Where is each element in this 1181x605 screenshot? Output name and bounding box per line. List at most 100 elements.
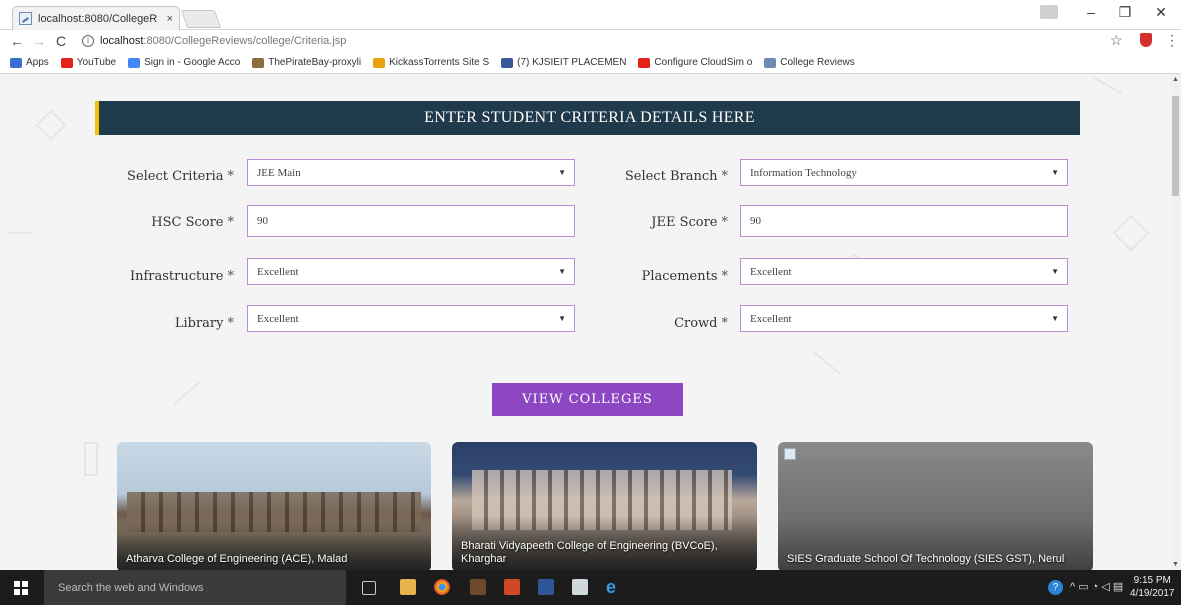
branch-select[interactable]: Information Technology ▼ <box>740 159 1068 186</box>
bookmark-label: Apps <box>26 57 49 68</box>
app-icon[interactable] <box>470 579 486 595</box>
back-arrow-icon[interactable]: ← <box>6 33 28 49</box>
form-header: ENTER STUDENT CRITERIA DETAILS HERE <box>95 101 1080 135</box>
dropdown-caret-icon: ▼ <box>1051 168 1059 177</box>
bookmark-label: YouTube <box>76 57 117 68</box>
crowd-label: Crowd * <box>674 316 728 331</box>
decorative-line <box>173 381 201 405</box>
broken-image-icon <box>784 448 796 460</box>
help-icon[interactable]: ? <box>1048 580 1063 595</box>
tab-title: localhost:8080/CollegeR <box>38 12 158 25</box>
bookmark-label: KickassTorrents Site S <box>389 57 490 68</box>
college-card-bharati[interactable]: Bharati Vidyapeeth College of Engineerin… <box>452 442 757 570</box>
decorative-diamond <box>35 109 67 141</box>
criteria-select[interactable]: JEE Main ▼ <box>247 159 575 186</box>
bookmark-google-signin[interactable]: Sign in - Google Acco <box>128 57 240 68</box>
infrastructure-value: Excellent <box>257 265 299 278</box>
decorative-line <box>8 232 32 234</box>
library-value: Excellent <box>257 312 299 325</box>
taskbar-clock[interactable]: 9:15 PM 4/19/2017 <box>1130 574 1175 600</box>
windows-start-icon[interactable] <box>14 580 28 595</box>
placements-value: Excellent <box>750 265 792 278</box>
file-explorer-icon[interactable] <box>400 579 416 595</box>
kickass-icon <box>373 57 386 68</box>
user-profile-icon[interactable] <box>1040 5 1058 19</box>
hsc-score-input[interactable]: 90 <box>247 205 575 237</box>
apps-grid-icon <box>10 57 22 68</box>
scroll-down-arrow-icon[interactable]: ▼ <box>1170 561 1181 568</box>
placements-label: Placements * <box>641 269 728 284</box>
bookmark-kickass[interactable]: KickassTorrents Site S <box>373 57 489 68</box>
close-window-icon[interactable]: ✕ <box>1146 4 1176 21</box>
youtube-icon <box>60 57 73 68</box>
crowd-select[interactable]: Excellent ▼ <box>740 305 1068 332</box>
shield-extension-icon[interactable] <box>1140 33 1152 47</box>
view-colleges-button[interactable]: VIEW COLLEGES <box>492 383 683 416</box>
page-icon <box>764 57 777 68</box>
clock-time: 9:15 PM <box>1133 575 1171 586</box>
bookmarks-bar: Apps YouTube Sign in - Google Acco ThePi… <box>0 52 1181 74</box>
windows-taskbar: Search the web and Windows e ? ^ ▭ ◔ ◁ ▤… <box>0 570 1181 605</box>
bookmark-label: Configure CloudSim o <box>654 57 753 68</box>
bookmark-kjsieit[interactable]: (7) KJSIEIT PLACEMEN <box>501 57 626 68</box>
bookmark-apps[interactable]: Apps <box>10 57 49 68</box>
url-host: localhost <box>100 35 144 47</box>
criteria-value: JEE Main <box>257 166 301 179</box>
scroll-up-arrow-icon[interactable]: ▲ <box>1170 76 1181 83</box>
new-tab-button[interactable] <box>180 10 222 28</box>
dropdown-caret-icon: ▼ <box>558 168 566 177</box>
infrastructure-select[interactable]: Excellent ▼ <box>247 258 575 285</box>
clock-date: 4/19/2017 <box>1130 588 1175 599</box>
minimize-icon[interactable]: – <box>1076 4 1106 20</box>
decorative-line <box>813 351 841 375</box>
placements-select[interactable]: Excellent ▼ <box>740 258 1068 285</box>
taskbar-search-input[interactable]: Search the web and Windows <box>44 570 346 605</box>
bookmark-college-reviews[interactable]: College Reviews <box>764 57 855 68</box>
jee-label: JEE Score * <box>651 215 728 230</box>
dropdown-caret-icon: ▼ <box>1051 314 1059 323</box>
hsc-value: 90 <box>257 215 268 227</box>
browser-menu-icon[interactable]: ⋮ <box>1165 32 1179 49</box>
college-card-atharva[interactable]: Atharva College of Engineering (ACE), Ma… <box>117 442 431 570</box>
url-field[interactable]: i localhost:8080/CollegeReviews/college/… <box>82 31 1102 51</box>
branch-label: Select Branch * <box>624 169 728 184</box>
browser-tab[interactable]: localhost:8080/CollegeR × <box>12 6 180 30</box>
page-scrollbar[interactable]: ▲ ▼ <box>1170 74 1181 570</box>
branch-value: Information Technology <box>750 166 857 179</box>
chrome-icon[interactable] <box>434 579 450 595</box>
edge-browser-icon[interactable]: e <box>606 578 622 596</box>
jee-value: 90 <box>750 215 761 227</box>
jee-score-input[interactable]: 90 <box>740 205 1068 237</box>
hsc-label: HSC Score * <box>151 215 234 230</box>
bookmark-label: ThePirateBay-proxyli <box>268 57 362 68</box>
dropdown-caret-icon: ▼ <box>558 314 566 323</box>
scrollbar-thumb[interactable] <box>1172 96 1179 196</box>
site-favicon-icon <box>19 12 32 25</box>
bookmark-cloudsim[interactable]: Configure CloudSim o <box>638 57 752 68</box>
word-icon[interactable] <box>538 579 554 595</box>
restore-icon[interactable]: ❐ <box>1110 4 1140 21</box>
system-tray[interactable]: ^ ▭ ◔ ◁ ▤ <box>1070 580 1123 593</box>
task-view-icon[interactable] <box>362 581 376 595</box>
powerpoint-icon[interactable] <box>504 579 520 595</box>
college-card-sies[interactable]: SIES Graduate School Of Technology (SIES… <box>778 442 1093 570</box>
decorative-rect <box>84 442 98 476</box>
tab-close-icon[interactable]: × <box>167 13 173 25</box>
url-path: :8080/CollegeReviews/college/Criteria.js… <box>143 35 347 47</box>
google-icon <box>128 57 141 68</box>
college-name: Bharati Vidyapeeth College of Engineerin… <box>461 540 718 565</box>
bookmark-piratebay[interactable]: ThePirateBay-proxyli <box>252 57 361 68</box>
college-name: Atharva College of Engineering (ACE), Ma… <box>126 553 348 565</box>
bookmark-label: Sign in - Google Acco <box>144 57 241 68</box>
site-info-icon[interactable]: i <box>82 35 94 47</box>
photos-icon[interactable] <box>572 579 588 595</box>
library-select[interactable]: Excellent ▼ <box>247 305 575 332</box>
decorative-line <box>1091 75 1123 95</box>
criteria-label: Select Criteria * <box>127 169 234 184</box>
bookmark-star-icon[interactable]: ☆ <box>1110 32 1123 49</box>
forward-arrow-icon[interactable]: → <box>28 33 50 49</box>
pirate-ship-icon <box>252 57 265 68</box>
reload-icon[interactable]: C <box>50 33 72 49</box>
bookmark-youtube[interactable]: YouTube <box>60 57 117 68</box>
crowd-value: Excellent <box>750 312 792 325</box>
